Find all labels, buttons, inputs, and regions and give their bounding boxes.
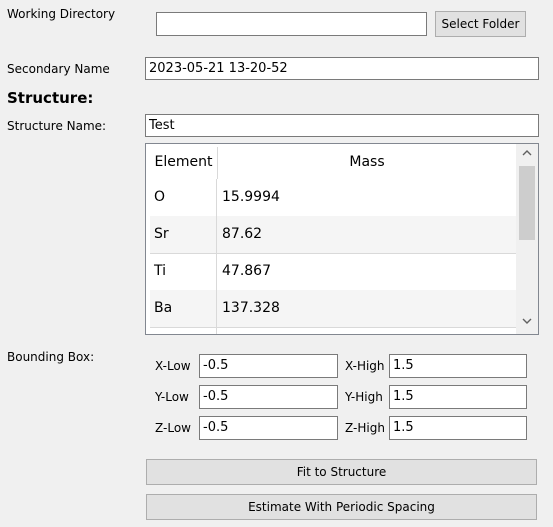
secondary-name-input[interactable]: 2023-05-21 13-20-52	[145, 57, 539, 80]
x-low-input[interactable]: -0.5	[199, 354, 338, 378]
table-row[interactable]: Sr 87.62	[150, 216, 516, 254]
x-high-label: X-High	[345, 359, 385, 373]
table-vertical-scrollbar[interactable]	[516, 144, 538, 334]
z-high-label: Z-High	[345, 421, 385, 435]
column-header-element[interactable]: Element	[150, 147, 218, 179]
estimate-periodic-spacing-button[interactable]: Estimate With Periodic Spacing	[146, 494, 537, 520]
structure-name-label: Structure Name:	[7, 119, 107, 133]
select-folder-button[interactable]: Select Folder	[435, 11, 526, 37]
mass-cell[interactable]: 47.867	[218, 253, 516, 290]
mass-cell[interactable]: 15.9994	[218, 179, 516, 216]
mass-cell[interactable]: 87.62	[218, 216, 516, 253]
z-low-input[interactable]: -0.5	[199, 416, 338, 440]
bounding-box-label: Bounding Box:	[7, 350, 95, 364]
z-high-input[interactable]: 1.5	[389, 416, 527, 440]
table-header: Element Mass	[150, 147, 516, 179]
y-high-input[interactable]: 1.5	[389, 385, 527, 409]
element-mass-table[interactable]: Element Mass O 15.9994 Sr 87.62 Ti 47.86…	[145, 143, 539, 335]
table-row[interactable]: Ti 47.867	[150, 253, 516, 291]
table-row[interactable]: O 15.9994	[150, 179, 516, 217]
x-low-label: X-Low	[155, 359, 191, 373]
element-cell[interactable]	[150, 327, 217, 334]
element-cell[interactable]: Ti	[150, 253, 217, 290]
element-cell[interactable]: Ba	[150, 290, 217, 327]
structure-name-input[interactable]: Test	[145, 114, 539, 137]
mass-cell[interactable]: 137.328	[218, 290, 516, 327]
working-directory-label: Working Directory	[7, 7, 116, 21]
chevron-up-icon[interactable]	[516, 146, 538, 164]
element-cell[interactable]: Sr	[150, 216, 217, 253]
working-directory-input[interactable]	[156, 12, 427, 36]
table-row[interactable]	[150, 327, 516, 334]
element-cell[interactable]: O	[150, 179, 217, 216]
x-high-input[interactable]: 1.5	[389, 354, 527, 378]
y-low-input[interactable]: -0.5	[199, 385, 338, 409]
scrollbar-thumb[interactable]	[519, 166, 535, 240]
column-header-mass[interactable]: Mass	[218, 147, 516, 179]
chevron-down-icon[interactable]	[516, 314, 538, 332]
y-high-label: Y-High	[345, 390, 383, 404]
z-low-label: Z-Low	[155, 421, 191, 435]
fit-to-structure-button[interactable]: Fit to Structure	[146, 459, 537, 485]
table-row[interactable]: Ba 137.328	[150, 290, 516, 328]
y-low-label: Y-Low	[155, 390, 189, 404]
structure-heading: Structure:	[7, 89, 94, 107]
secondary-name-label: Secondary Name	[7, 62, 110, 76]
mass-cell[interactable]	[218, 327, 516, 334]
